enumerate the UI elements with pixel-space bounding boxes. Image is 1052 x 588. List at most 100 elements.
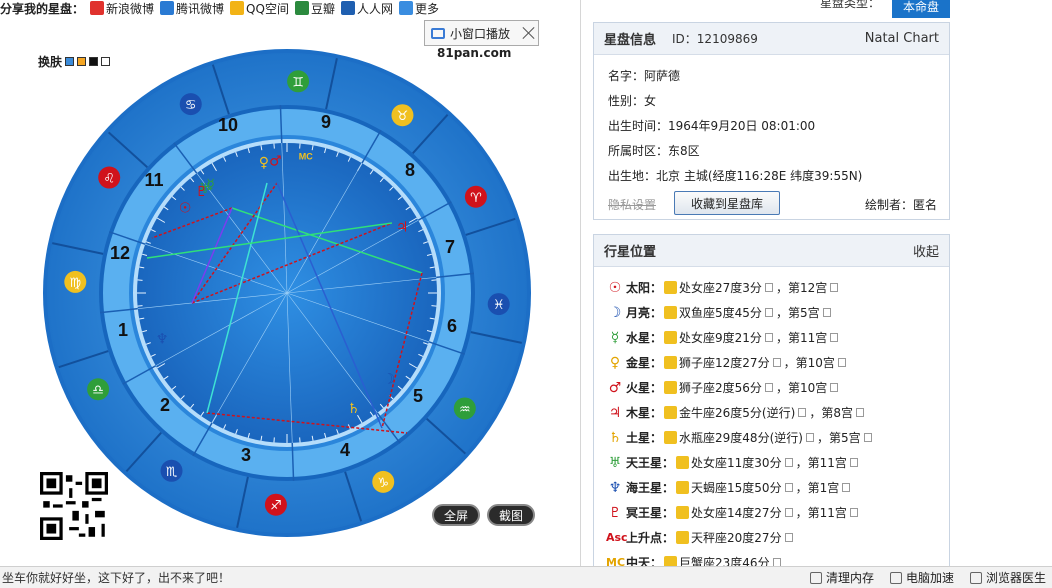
planet-position[interactable]: 处女座14度27分 [691,504,782,521]
planet-positions-header: 行星位置 收起 [594,235,949,267]
planet-name[interactable]: 冥王星 [626,504,662,521]
planet-house[interactable]: 第1宫 [808,479,840,496]
document-icon[interactable] [849,508,858,517]
planet-position[interactable]: 水瓶座29度48分(逆行) [679,429,803,446]
collapse-link[interactable]: 收起 [913,241,939,260]
planet-glyph-icon: ♇ [608,504,622,521]
document-icon[interactable] [798,408,807,417]
zodiac-glyph: ♓ [493,298,505,313]
document-icon[interactable] [784,533,793,542]
house-number: 4 [340,440,350,460]
document-icon[interactable] [855,408,864,417]
planet-house[interactable]: 第10宫 [788,379,827,396]
renren-icon [340,1,355,15]
planet-house[interactable]: 第5宫 [829,429,861,446]
document-icon[interactable] [830,283,839,292]
share-renren[interactable]: 人人网 [340,0,393,16]
zodiac-glyph: ♐ [270,499,282,514]
planet-row: Asc 上升点：天秤座20度27分 [606,525,941,550]
document-icon[interactable] [849,458,858,467]
share-weibo[interactable]: 新浪微博 [90,0,154,16]
chart-type-button[interactable]: 本命盘 [892,0,950,18]
chart-type-bar: 星盘类型： 本命盘 [593,0,950,18]
planet-house[interactable]: 第11宫 [808,454,847,471]
sign-icon [664,406,678,419]
planet-house[interactable]: 第8宫 [821,404,853,421]
planet-name[interactable]: 上升点 [626,529,662,546]
document-icon[interactable] [764,308,773,317]
sign-icon [664,331,678,344]
planet-name[interactable]: 土星 [626,429,650,446]
planet-marker-icon: ♀ [259,155,269,171]
screenshot-button[interactable]: 截图 [487,504,536,526]
planet-name[interactable]: 金星 [626,354,650,371]
planet-glyph-icon: ☿ [610,329,620,346]
close-icon[interactable] [520,24,538,42]
planet-name[interactable]: 水星 [626,329,650,346]
speed-up-button[interactable]: 电脑加速 [889,569,954,586]
news-ticker[interactable]: 坐车你就好好坐，这下好了，出不来了吧！ [2,569,230,586]
mc-label: MC [299,151,313,161]
chart-info-title: 星盘信息 [604,33,657,48]
document-icon[interactable] [784,483,793,492]
planet-name[interactable]: 天王星 [626,454,662,471]
document-icon[interactable] [863,433,872,442]
planet-marker-icon: ♇ [195,184,208,200]
document-icon[interactable] [764,333,773,342]
planet-position[interactable]: 狮子座2度56分 [679,379,762,396]
planet-list: ☉ 太阳：处女座27度3分，第12宫 ☽ 月亮：双鱼座5度45分，第5宫 ☿ 水星：处女座… [606,275,941,575]
mini-window-button[interactable]: 小窗口播放 [424,20,539,46]
document-icon[interactable] [764,383,773,392]
document-icon[interactable] [784,508,793,517]
planet-house[interactable]: 第11宫 [788,329,827,346]
planet-name[interactable]: 火星 [626,379,650,396]
planet-position[interactable]: 处女座9度21分 [679,329,762,346]
share-bar: 分享我的星盘： 新浪微博 腾讯微博 QQ空间 豆瓣 人人网 更多 [0,0,580,16]
sign-icon [664,381,678,394]
clean-memory-button[interactable]: 清理内存 [809,569,874,586]
document-icon[interactable] [830,383,839,392]
planet-position[interactable]: 处女座27度3分 [679,279,762,296]
planet-house[interactable]: 第5宫 [788,304,820,321]
document-icon[interactable] [830,333,839,342]
fullscreen-button[interactable]: 全屏 [432,504,481,526]
browser-doctor-button[interactable]: 浏览器医生 [969,569,1046,586]
zodiac-glyph: ♈ [470,191,482,206]
planet-position[interactable]: 狮子座12度27分 [679,354,770,371]
share-qzone[interactable]: QQ空间 [230,0,289,16]
document-icon[interactable] [842,483,851,492]
planet-name[interactable]: 太阳 [626,279,650,296]
document-icon[interactable] [784,458,793,467]
share-tencent-weibo[interactable]: 腾讯微博 [160,0,224,16]
share-douban[interactable]: 豆瓣 [294,0,335,16]
planet-row: ♀ 金星：狮子座12度27分，第10宫 [606,350,941,375]
planet-house[interactable]: 第12宫 [788,279,827,296]
planet-position[interactable]: 处女座11度30分 [691,454,782,471]
share-more[interactable]: 更多 [398,0,439,16]
chart-info-header: 星盘信息 ID：12109869 Natal Chart [594,23,949,55]
clock-icon [809,571,822,584]
house-number: 1 [118,320,128,340]
planet-position[interactable]: 天秤座20度27分 [691,529,782,546]
document-icon[interactable] [764,283,773,292]
sign-icon [676,481,690,494]
document-icon[interactable] [837,358,846,367]
document-icon[interactable] [805,433,814,442]
planet-position[interactable]: 金牛座26度5分(逆行) [679,404,795,421]
privacy-settings-link[interactable]: 隐私设置 [608,196,656,213]
chart-author: 绘制者：匿名 [864,198,937,212]
planet-name[interactable]: 月亮 [626,304,650,321]
document-icon[interactable] [772,358,781,367]
planet-position[interactable]: 双鱼座5度45分 [679,304,762,321]
planet-house[interactable]: 第10宫 [796,354,835,371]
planet-name[interactable]: 木星 [626,404,650,421]
planet-house[interactable]: 第11宫 [808,504,847,521]
house-number: 3 [241,445,251,465]
save-to-library-button[interactable]: 收藏到星盘库 [674,191,780,215]
document-icon[interactable] [822,308,831,317]
planet-glyph-icon: Asc [606,531,628,544]
sign-icon [676,506,690,519]
planet-position[interactable]: 天蝎座15度50分 [691,479,782,496]
house-number: 11 [144,170,163,190]
planet-name[interactable]: 海王星 [626,479,662,496]
